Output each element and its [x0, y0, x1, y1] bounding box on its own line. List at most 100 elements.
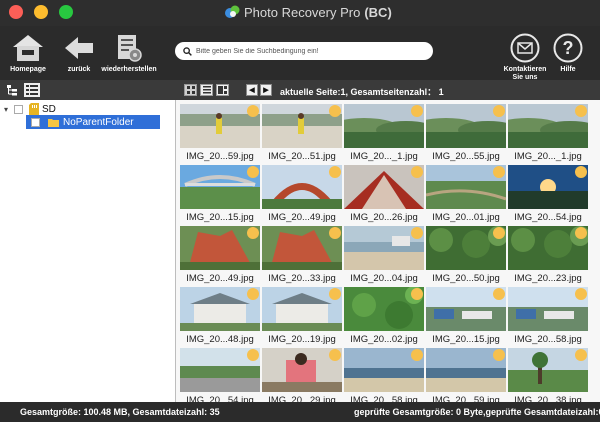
- expand-chevron-icon[interactable]: ▾: [4, 105, 8, 114]
- thumbnail-image[interactable]: [426, 165, 506, 209]
- thumbnail-item[interactable]: IMG_20...04.jpg: [344, 226, 424, 284]
- select-checkbox[interactable]: [575, 288, 587, 300]
- thumbnail-image[interactable]: [262, 104, 342, 148]
- thumbnail-item[interactable]: IMG_20...58.jpg: [344, 348, 424, 402]
- close-window-button[interactable]: [9, 5, 23, 19]
- select-checkbox[interactable]: [247, 166, 259, 178]
- thumbnail-filename: IMG_20...29.jpg: [268, 395, 336, 402]
- next-page-button[interactable]: ▶: [260, 84, 272, 96]
- thumbnail-item[interactable]: IMG_20...38.jpg: [508, 348, 588, 402]
- select-checkbox[interactable]: [493, 288, 505, 300]
- app-name: Photo Recovery Pro: [244, 4, 361, 20]
- select-checkbox[interactable]: [493, 166, 505, 178]
- select-checkbox[interactable]: [247, 227, 259, 239]
- back-button[interactable]: zurück: [62, 32, 96, 74]
- thumbnail-image[interactable]: [262, 348, 342, 392]
- thumbnail-image[interactable]: [344, 348, 424, 392]
- select-checkbox[interactable]: [329, 288, 341, 300]
- select-checkbox[interactable]: [575, 105, 587, 117]
- thumbnail-image[interactable]: [262, 165, 342, 209]
- minimize-window-button[interactable]: [34, 5, 48, 19]
- tree-view-icon[interactable]: [6, 84, 18, 96]
- grid-view-button[interactable]: [184, 84, 197, 96]
- thumbnail-image[interactable]: [508, 226, 588, 270]
- select-checkbox[interactable]: [329, 227, 341, 239]
- thumbnail-image[interactable]: [180, 348, 260, 392]
- thumbnail-image[interactable]: [344, 104, 424, 148]
- select-checkbox[interactable]: [411, 166, 423, 178]
- thumbnail-item[interactable]: IMG_20...54.jpg: [180, 348, 260, 402]
- thumbnail-item[interactable]: IMG_20...59.jpg: [426, 348, 506, 402]
- thumbnail-item[interactable]: IMG_20...51.jpg: [262, 104, 342, 162]
- thumbnail-image[interactable]: [180, 165, 260, 209]
- help-button[interactable]: ? Hilfe: [552, 32, 584, 74]
- select-checkbox[interactable]: [247, 288, 259, 300]
- thumbnail-item[interactable]: IMG_20...55.jpg: [426, 104, 506, 162]
- select-checkbox[interactable]: [411, 227, 423, 239]
- thumbnail-item[interactable]: IMG_20...15.jpg: [426, 287, 506, 345]
- thumbnail-item[interactable]: IMG_20...50.jpg: [426, 226, 506, 284]
- thumbnail-item[interactable]: IMG_20...15.jpg: [180, 165, 260, 223]
- select-checkbox[interactable]: [575, 349, 587, 361]
- preview-view-button[interactable]: [216, 84, 229, 96]
- select-checkbox[interactable]: [329, 105, 341, 117]
- thumbnail-item[interactable]: IMG_20...29.jpg: [262, 348, 342, 402]
- thumbnail-item[interactable]: IMG_20...02.jpg: [344, 287, 424, 345]
- thumbnail-image[interactable]: [508, 165, 588, 209]
- thumbnail-image[interactable]: [508, 104, 588, 148]
- search-input[interactable]: [196, 47, 426, 55]
- restore-button[interactable]: wiederherstellen: [101, 32, 157, 74]
- list-view-button[interactable]: [200, 84, 213, 96]
- select-checkbox[interactable]: [411, 349, 423, 361]
- previous-page-button[interactable]: ◀: [246, 84, 258, 96]
- thumbnail-item[interactable]: IMG_20...59.jpg: [180, 104, 260, 162]
- thumbnail-item[interactable]: IMG_20...49.jpg: [262, 165, 342, 223]
- thumbnail-image[interactable]: [180, 226, 260, 270]
- thumbnail-item[interactable]: IMG_20...26.jpg: [344, 165, 424, 223]
- thumbnail-item[interactable]: IMG_20...19.jpg: [262, 287, 342, 345]
- homepage-button[interactable]: Homepage: [10, 32, 46, 74]
- thumbnail-item[interactable]: IMG_20..._1.jpg: [344, 104, 424, 162]
- select-checkbox[interactable]: [493, 349, 505, 361]
- thumbnail-item[interactable]: IMG_20...48.jpg: [180, 287, 260, 345]
- thumbnail-image[interactable]: [508, 348, 588, 392]
- zoom-window-button[interactable]: [59, 5, 73, 19]
- select-checkbox[interactable]: [575, 166, 587, 178]
- tree-item-noparentfolder[interactable]: NoParentFolder: [26, 115, 160, 129]
- select-checkbox[interactable]: [329, 166, 341, 178]
- tree-item-sd[interactable]: ▾ SD: [0, 102, 176, 116]
- select-checkbox[interactable]: [411, 105, 423, 117]
- thumbnail-image[interactable]: [426, 287, 506, 331]
- thumbnail-item[interactable]: IMG_20..._1.jpg: [508, 104, 588, 162]
- thumbnail-image[interactable]: [426, 226, 506, 270]
- select-checkbox[interactable]: [575, 227, 587, 239]
- thumbnail-filename: IMG_20..._1.jpg: [514, 151, 582, 162]
- thumbnail-item[interactable]: IMG_20...58.jpg: [508, 287, 588, 345]
- select-checkbox[interactable]: [411, 288, 423, 300]
- thumbnail-image[interactable]: [180, 287, 260, 331]
- thumbnail-item[interactable]: IMG_20...33.jpg: [262, 226, 342, 284]
- search-box[interactable]: [175, 42, 433, 60]
- thumbnail-item[interactable]: IMG_20...01.jpg: [426, 165, 506, 223]
- list-view-icon[interactable]: [24, 83, 40, 97]
- thumbnail-image[interactable]: [344, 287, 424, 331]
- thumbnail-item[interactable]: IMG_20...49.jpg: [180, 226, 260, 284]
- thumbnail-image[interactable]: [262, 287, 342, 331]
- thumbnail-image[interactable]: [344, 226, 424, 270]
- select-checkbox[interactable]: [493, 105, 505, 117]
- thumbnail-image[interactable]: [262, 226, 342, 270]
- select-checkbox[interactable]: [493, 227, 505, 239]
- noparentfolder-checkbox[interactable]: [31, 117, 40, 127]
- select-checkbox[interactable]: [247, 105, 259, 117]
- thumbnail-item[interactable]: IMG_20...23.jpg: [508, 226, 588, 284]
- select-checkbox[interactable]: [247, 349, 259, 361]
- select-checkbox[interactable]: [329, 349, 341, 361]
- thumbnail-image[interactable]: [344, 165, 424, 209]
- sd-checkbox[interactable]: [14, 104, 24, 114]
- thumbnail-image[interactable]: [426, 348, 506, 392]
- contact-button[interactable]: Kontaktieren Sie uns: [498, 32, 552, 82]
- thumbnail-item[interactable]: IMG_20...54.jpg: [508, 165, 588, 223]
- thumbnail-image[interactable]: [426, 104, 506, 148]
- thumbnail-image[interactable]: [180, 104, 260, 148]
- thumbnail-image[interactable]: [508, 287, 588, 331]
